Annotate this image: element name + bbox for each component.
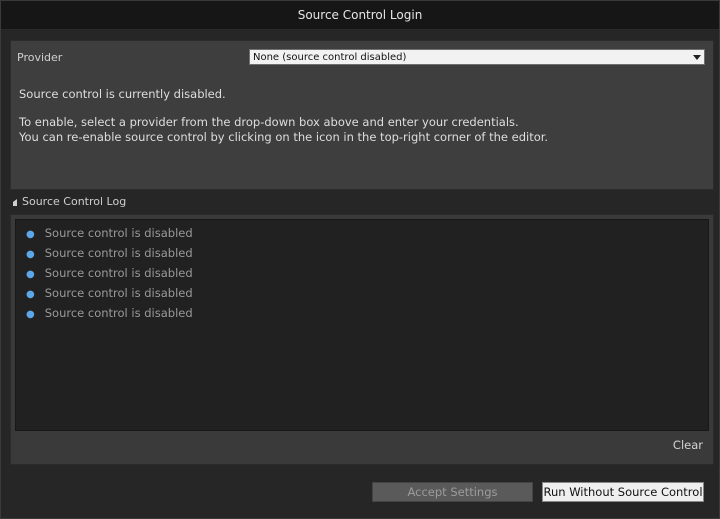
list-item: ● Source control is disabled — [26, 306, 193, 320]
bullet-icon: ● — [26, 269, 35, 280]
provider-panel: Provider None (source control disabled) … — [10, 40, 714, 190]
status-message: Source control is currently disabled. — [19, 87, 226, 101]
log-section-header[interactable]: Source Control Log — [13, 195, 126, 208]
log-list[interactable]: ● Source control is disabled ● Source cont… — [15, 219, 709, 431]
bullet-icon: ● — [26, 309, 35, 320]
log-panel: ● Source control is disabled ● Source cont… — [10, 214, 714, 465]
window-title: Source Control Login — [1, 1, 719, 30]
source-control-login-window: Source Control Login Provider None (sour… — [0, 0, 720, 519]
provider-selected-value: None (source control disabled) — [253, 52, 407, 63]
bullet-icon: ● — [26, 249, 35, 260]
bullet-icon: ● — [26, 229, 35, 240]
accept-settings-button[interactable]: Accept Settings — [372, 482, 533, 502]
list-item: ● Source control is disabled — [26, 226, 193, 240]
clear-log-button[interactable]: Clear — [673, 438, 703, 452]
instruction-message-1: To enable, select a provider from the dr… — [19, 115, 519, 129]
log-header-label: Source Control Log — [22, 195, 127, 208]
instruction-message-2: You can re-enable source control by clic… — [19, 130, 549, 144]
provider-dropdown[interactable]: None (source control disabled) — [249, 49, 705, 65]
bullet-icon: ● — [26, 289, 35, 300]
list-item: ● Source control is disabled — [26, 286, 193, 300]
dialog-content: Provider None (source control disabled) … — [1, 30, 719, 518]
list-item: ● Source control is disabled — [26, 246, 193, 260]
dropdown-arrow-icon — [693, 55, 701, 60]
collapse-triangle-icon — [13, 198, 17, 206]
list-item: ● Source control is disabled — [26, 266, 193, 280]
provider-label: Provider — [17, 51, 63, 64]
run-without-source-control-button[interactable]: Run Without Source Control — [542, 482, 704, 502]
